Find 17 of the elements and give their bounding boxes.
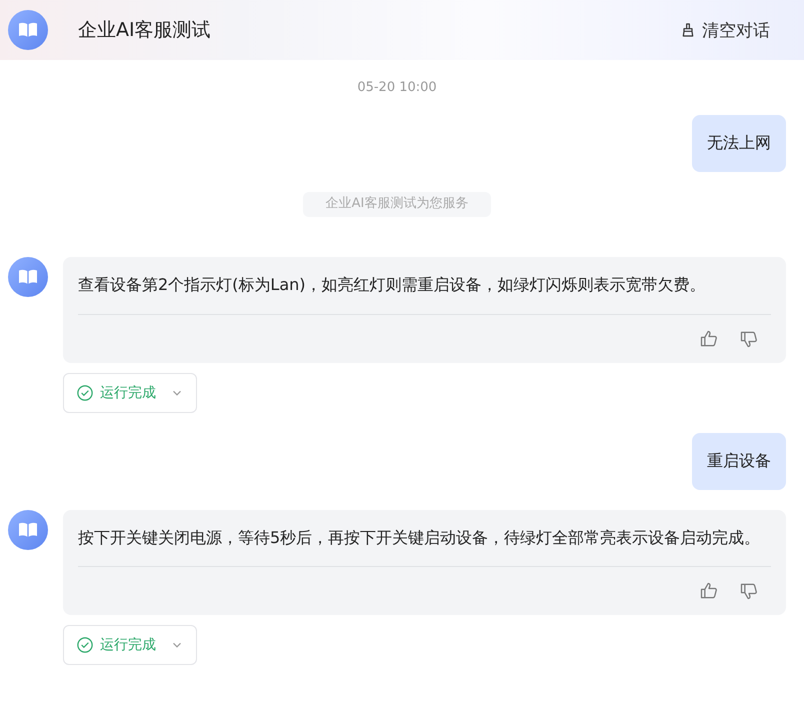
thumbs-down-icon[interactable] xyxy=(739,328,759,349)
thumbs-down-icon[interactable] xyxy=(739,581,759,602)
check-circle-icon xyxy=(76,384,94,402)
bot-message: 按下开关键关闭电源，等待5秒后，再按下开关键启动设备，待绿灯全部常亮表示设备启动完成。 xyxy=(78,526,762,549)
user-message: 重启设备 xyxy=(692,432,786,490)
check-circle-icon xyxy=(76,636,94,654)
broom-icon xyxy=(680,22,696,38)
message-time: 05-20 10:00 xyxy=(357,80,437,95)
bot-message: 查看设备第2个指示灯(标为Lan)，如亮红灯则需重启设备，如绿灯闪烁则表示宽带欠费。 xyxy=(78,274,707,296)
status-dropdown[interactable]: 运行完成 xyxy=(63,625,197,666)
user-message: 无法上网 xyxy=(692,115,786,172)
status-dropdown[interactable]: 运行完成 xyxy=(63,372,197,413)
window-title: 企业AI客服测试 xyxy=(78,18,212,43)
thumbs-up-icon[interactable] xyxy=(699,328,719,349)
system-notice: 企业AI客服测试为您服务 xyxy=(303,192,491,217)
clear-chat-button[interactable]: 清空对话 xyxy=(680,18,770,42)
thumbs-up-icon[interactable] xyxy=(699,581,719,602)
